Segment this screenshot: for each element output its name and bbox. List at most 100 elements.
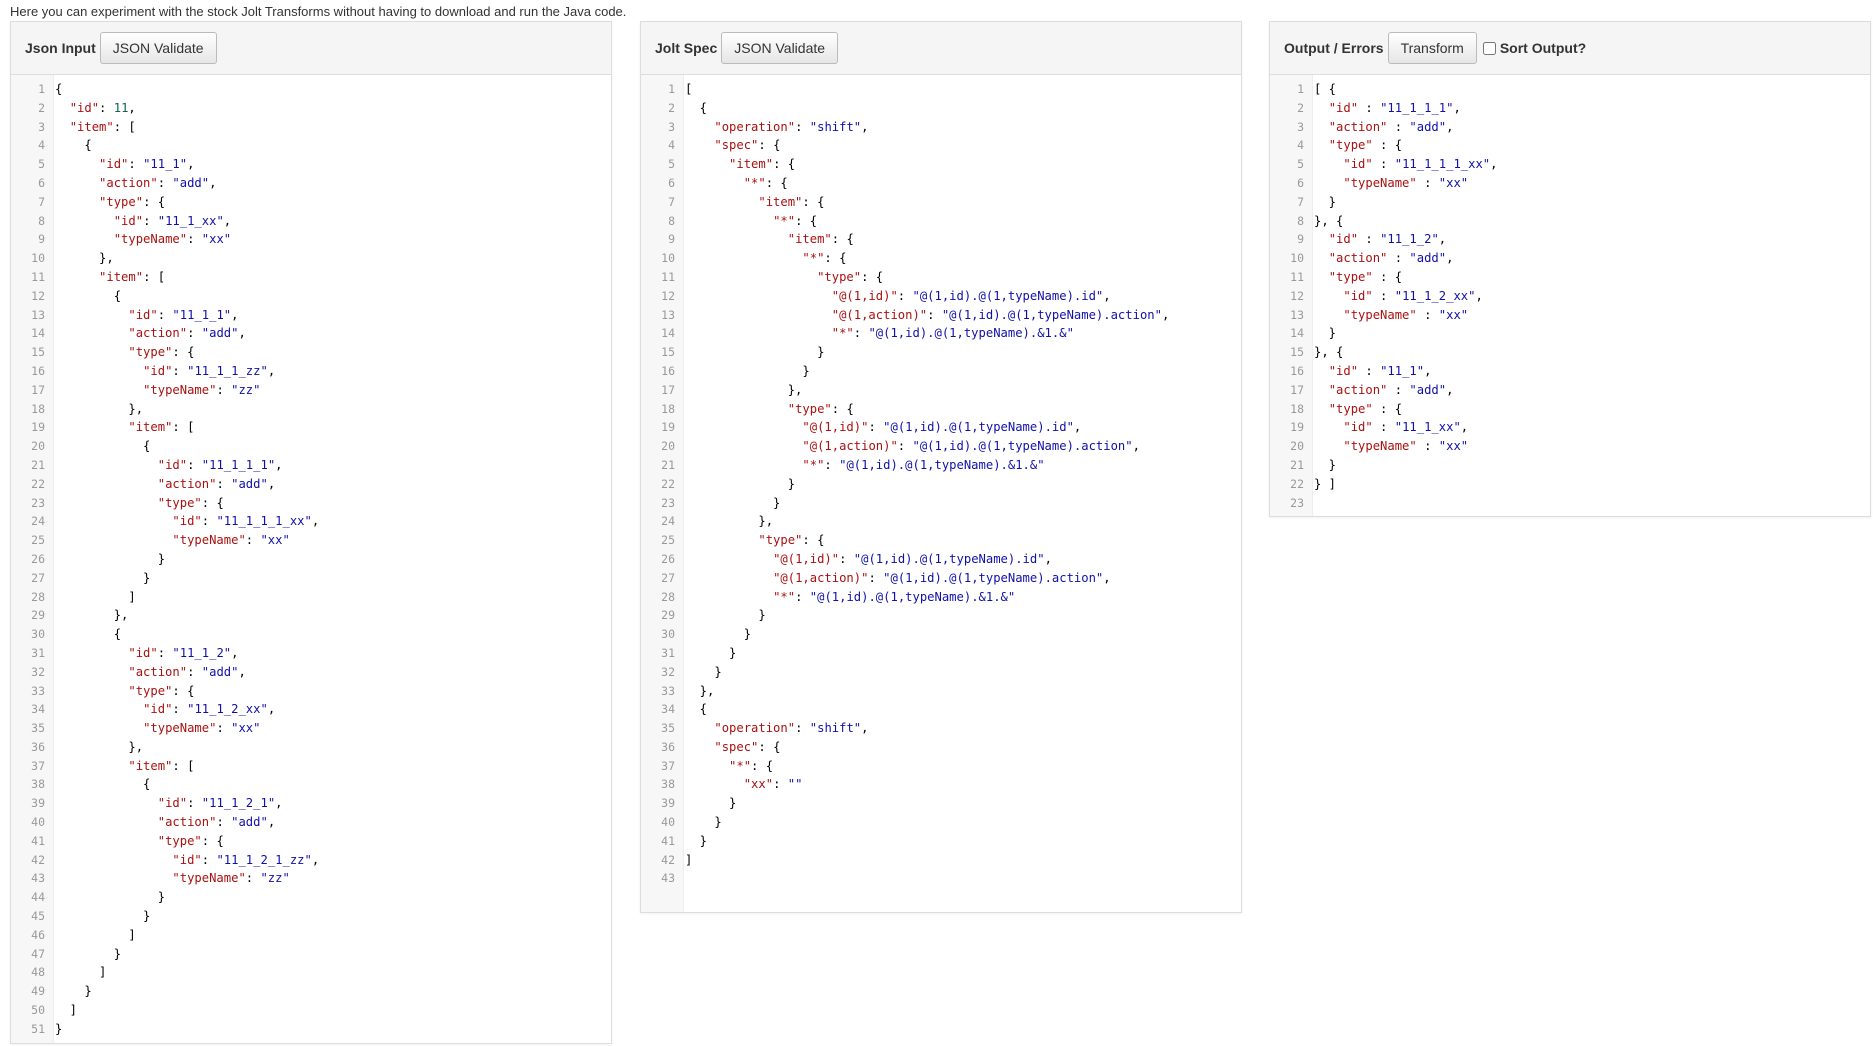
code-text: "id": "11_1_2_1_zz", [172,852,320,867]
code-text: "@(1,id)": "@(1,id).@(1,typeName).id", [831,288,1111,303]
code-line: 33 }, [641,682,1241,701]
code-line: 17 }, [641,381,1241,400]
code-text: { [55,288,122,303]
code-text: { [55,439,151,454]
code-text: } [685,815,722,830]
line-number: 20 [661,439,675,454]
code-text: "*": "@(1,id).@(1,typeName).&1.&" [773,589,1016,604]
code-line: 27 } [11,569,611,588]
line-number: 36 [661,739,675,754]
code-line: 51} [11,1020,611,1039]
transform-button[interactable]: Transform [1387,32,1477,64]
line-number: 23 [1290,495,1304,510]
sort-output-checkbox[interactable] [1482,41,1496,55]
code-text: "@(1,id)": "@(1,id).@(1,typeName).id", [802,420,1082,435]
code-text: "@(1,action)": "@(1,id).@(1,typeName).ac… [831,307,1170,322]
code-text: "id": "11_1_xx", [113,213,232,228]
line-number: 15 [31,345,45,360]
code-line: 8}, { [1270,212,1870,231]
code-text: "id": "11_1_1", [128,307,239,322]
code-text: "id": "11_1_2_xx", [143,702,276,717]
code-line: 23 "type": { [11,494,611,513]
code-text: "@(1,action)": "@(1,id).@(1,typeName).ac… [802,439,1140,454]
code-line: 14 "*": "@(1,id).@(1,typeName).&1.&" [641,324,1241,343]
code-text: "action": "add", [128,326,246,341]
code-line: 17 "typeName": "zz" [11,381,611,400]
code-line: 10 "action" : "add", [1270,249,1870,268]
line-number: 37 [31,758,45,773]
code-line: 1 [ { [1270,80,1870,99]
line-number: 38 [661,777,675,792]
code-text: } [685,796,737,811]
code-text: "action": "add", [99,175,217,190]
jolt-spec-editor[interactable]: 1[2 {3 "operation": "shift", 4 "spec": {5… [641,75,1241,912]
code-text: "id": "11_1_2_1", [157,796,283,811]
code-line: 38 "xx": "" [641,775,1241,794]
line-number: 33 [661,683,675,698]
code-text: { [55,627,122,642]
code-line: 8 "*": { [641,212,1241,231]
code-text: "id" : "11_1_xx", [1343,420,1469,435]
line-number: 30 [31,627,45,642]
line-number: 19 [31,420,45,435]
code-line: 12 "@(1,id)": "@(1,id).@(1,typeName).id"… [641,287,1241,306]
line-number: 2 [668,100,675,115]
line-number: 26 [31,551,45,566]
code-line: 13 "typeName" : "xx" [1270,306,1870,325]
code-text: }, [685,382,803,397]
line-number: 26 [661,551,675,566]
code-text: "*": "@(1,id).@(1,typeName).&1.&" [802,457,1045,472]
code-line: 4 { [11,136,611,155]
code-line: 21 } [1270,456,1870,475]
output-title: Output / Errors [1284,40,1384,56]
code-line: 48 ] [11,963,611,982]
code-line: 19 "item": [ [11,418,611,437]
line-number: 10 [661,251,675,266]
code-text: "item": { [758,194,825,209]
line-number: 17 [31,382,45,397]
code-text: "spec": { [714,739,781,754]
code-line: 19 "id" : "11_1_xx", [1270,418,1870,437]
code-text: "id": "11_1_1_zz", [143,363,276,378]
code-text: }, [55,401,144,416]
code-line: 11 "type" : { [1270,268,1870,287]
code-text: "*": { [743,175,788,190]
code-text: "id": "11_1", [99,157,195,172]
line-number: 31 [31,645,45,660]
json-input-validate-button[interactable]: JSON Validate [99,32,217,64]
code-text: "typeName": "xx" [113,232,232,247]
code-line: 13 "id": "11_1_1", [11,306,611,325]
code-line: 22 "action": "add", [11,475,611,494]
sort-output-toggle[interactable]: Sort Output? [1482,40,1586,56]
code-line: 4 "type" : { [1270,136,1870,155]
line-number: 21 [31,457,45,472]
jolt-spec-lines: 1[2 {3 "operation": "shift", 4 "spec": {5… [641,80,1241,888]
code-line: 26 } [11,550,611,569]
code-text: "type": { [157,833,224,848]
code-text: "operation": "shift", [714,721,869,736]
code-text: "id": 11, [69,100,136,115]
line-number: 16 [31,363,45,378]
line-number: 11 [1290,269,1304,284]
code-line: 3 "operation": "shift", [641,118,1241,137]
code-text: } [685,345,825,360]
jolt-spec-validate-button[interactable]: JSON Validate [721,32,839,64]
code-text: } [685,476,796,491]
code-text: "type" : { [1328,269,1403,284]
line-number: 6 [38,175,45,190]
code-text: "action" : "add", [1328,251,1454,266]
line-number: 22 [1290,476,1304,491]
code-text: [ { [1314,82,1337,96]
code-line: 2 { [641,99,1241,118]
json-input-editor[interactable]: 1{2 "id": 11, 3 "item": [4 {5 "id": "11_1… [11,75,611,1043]
code-line: 23 [1270,494,1870,513]
line-number: 43 [661,871,675,886]
code-line: 45 } [11,907,611,926]
code-text: "item": [ [128,420,195,435]
output-editor[interactable]: 1[ {2 "id" : "11_1_1_1", 3 "action" : "ad… [1270,75,1870,516]
code-line: 20 "@(1,action)": "@(1,id).@(1,typeName)… [641,437,1241,456]
code-line: 26 "@(1,id)": "@(1,id).@(1,typeName).id"… [641,550,1241,569]
code-line: 41 "type": { [11,832,611,851]
line-number: 34 [661,702,675,717]
